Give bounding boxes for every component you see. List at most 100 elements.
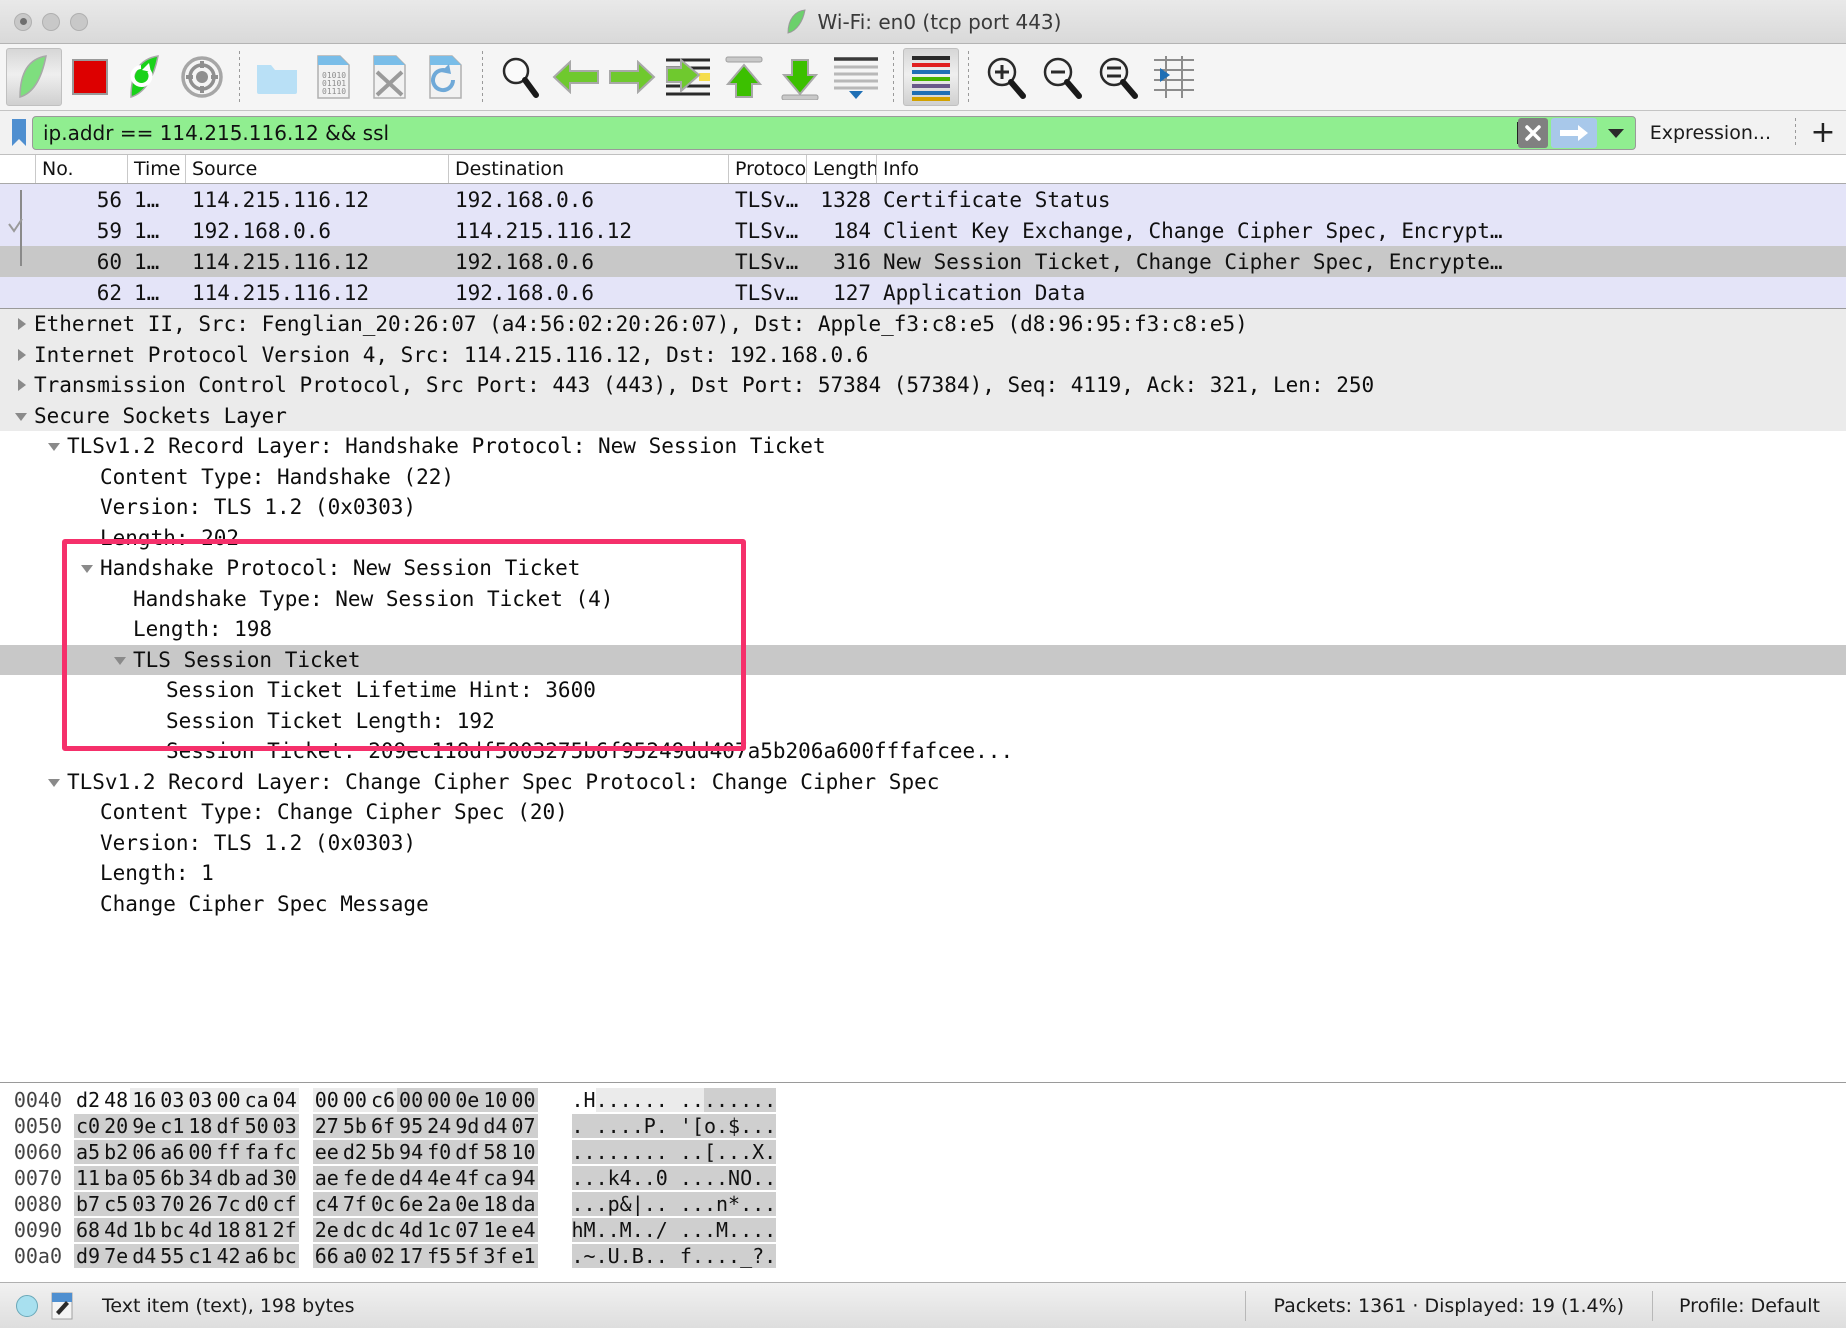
zoom-out-icon[interactable] [1034,48,1090,106]
hex-byte[interactable]: 16 [130,1088,159,1112]
detail-tree-row[interactable]: Handshake Protocol: New Session Ticket [0,553,1846,584]
hex-byte[interactable]: bc [158,1218,187,1242]
hex-byte[interactable]: 00 [425,1088,454,1112]
hex-ascii[interactable]: ........ ..[...X. [571,1140,777,1164]
tree-collapse-icon[interactable] [74,561,100,575]
hex-byte[interactable]: db [214,1166,243,1190]
hex-byte[interactable]: 18 [186,1114,215,1138]
packet-row[interactable]: 56 1… 114.215.116.12 192.168.0.6 TLSv… 1328 Ce… [0,184,1846,215]
hex-ascii[interactable]: ...p&|.. ...n*... [571,1192,777,1216]
hex-byte[interactable]: 03 [130,1192,159,1216]
close-file-icon[interactable] [361,48,417,106]
apply-arrow-icon[interactable] [1550,117,1597,148]
hex-byte[interactable]: 5f [453,1244,482,1268]
hex-byte[interactable]: 00 [214,1088,243,1112]
hex-ascii[interactable]: .H...... ........ [572,1088,777,1112]
close-button[interactable] [14,12,32,31]
column-header-protocol[interactable]: Protocol [729,155,807,183]
hex-byte[interactable]: 30 [270,1166,299,1190]
hex-dump-row[interactable]: 0040 d2 48 16 03 03 00 ca 04 00 00 c6 00 … [0,1087,1846,1113]
hex-byte[interactable]: a6 [242,1244,271,1268]
hex-byte[interactable]: de [368,1166,398,1190]
hex-byte[interactable]: b7 [74,1192,103,1216]
tree-collapse-icon[interactable] [41,439,67,453]
capture-file-properties-icon[interactable] [50,1292,74,1320]
detail-tree-row[interactable]: Length: 202 [0,523,1846,554]
hex-byte[interactable]: c5 [102,1192,131,1216]
detail-tree-row[interactable]: Version: TLS 1.2 (0x0303) [0,828,1846,859]
hex-byte[interactable]: 4d [186,1218,215,1242]
hex-byte[interactable]: 68 [74,1218,103,1242]
detail-tree-row[interactable]: Handshake Type: New Session Ticket (4) [0,584,1846,615]
hex-byte[interactable]: 94 [509,1166,538,1190]
hex-dump-row[interactable]: 0060 a5 b2 06 a6 00 ff fa fc ee d2 5b 94 … [0,1139,1846,1165]
hex-byte[interactable]: 48 [102,1088,130,1112]
packet-row[interactable]: 60 1… 114.215.116.12 192.168.0.6 TLSv… 316 New… [0,246,1846,277]
add-filter-button[interactable]: + [1806,115,1840,150]
reload-file-icon[interactable] [417,48,473,106]
hex-byte[interactable]: f5 [425,1244,454,1268]
filter-bookmark-icon[interactable] [6,118,32,148]
find-packet-icon[interactable] [492,48,548,106]
column-header-length[interactable]: Length [807,155,877,183]
tree-collapse-icon[interactable] [107,653,133,667]
hex-byte[interactable]: c6 [368,1088,398,1112]
hex-byte[interactable]: ee [312,1140,341,1164]
clear-icon[interactable] [1517,117,1548,148]
hex-byte[interactable]: ad [242,1166,271,1190]
hex-byte[interactable]: 11 [74,1166,103,1190]
stop-capture-icon[interactable] [62,48,118,106]
go-to-packet-icon[interactable] [660,48,716,106]
hex-byte[interactable]: b2 [102,1140,131,1164]
status-profile[interactable]: Profile: Default [1653,1295,1846,1317]
hex-byte[interactable]: fa [242,1140,271,1164]
minimize-button[interactable] [42,12,60,31]
hex-byte[interactable]: ff [214,1140,243,1164]
hex-byte[interactable]: 00 [509,1088,538,1112]
hex-byte[interactable]: ae [312,1166,341,1190]
hex-byte[interactable]: 05 [130,1166,159,1190]
hex-byte[interactable]: d2 [74,1088,102,1112]
hex-byte[interactable]: 18 [214,1218,243,1242]
go-back-icon[interactable] [548,48,604,106]
hex-ascii[interactable]: .~.U.B.. f...._?. [571,1244,777,1268]
hex-byte[interactable]: 34 [186,1166,215,1190]
hex-byte[interactable]: c1 [186,1244,215,1268]
hex-byte[interactable]: 20 [102,1114,131,1138]
hex-byte[interactable]: 2f [270,1218,299,1242]
tree-collapse-icon[interactable] [41,775,67,789]
hex-ascii[interactable]: . ....P. '[o.$... [571,1114,777,1138]
hex-dump-row[interactable]: 00a0 d9 7e d4 55 c1 42 a6 bc 66 a0 02 17 … [0,1243,1846,1269]
tree-expand-icon[interactable] [8,317,34,331]
chevron-down-icon[interactable] [1601,118,1631,148]
hex-byte[interactable]: e1 [509,1244,538,1268]
resize-columns-icon[interactable] [1146,48,1202,106]
hex-byte[interactable]: 7f [340,1192,369,1216]
hex-byte[interactable]: 07 [509,1114,538,1138]
hex-byte[interactable]: 0e [453,1088,482,1112]
hex-dump-row[interactable]: 0070 11 ba 05 6b 34 db ad 30 ae fe de d4 … [0,1165,1846,1191]
column-header-no[interactable]: No. [36,155,128,183]
hex-byte[interactable]: 00 [397,1088,426,1112]
column-header-time[interactable]: Time [128,155,186,183]
detail-tree-row[interactable]: Length: 1 [0,858,1846,889]
detail-tree-row[interactable]: Ethernet II, Src: Fenglian_20:26:07 (a4:… [0,309,1846,340]
hex-byte[interactable]: c0 [74,1114,103,1138]
hex-byte[interactable]: 18 [481,1192,510,1216]
display-filter-value[interactable]: ip.addr == 114.215.116.12 && ssl [33,121,1516,145]
hex-byte[interactable]: d2 [340,1140,369,1164]
detail-tree-row[interactable]: Transmission Control Protocol, Src Port:… [0,370,1846,401]
hex-byte[interactable]: 6b [158,1166,187,1190]
packet-row[interactable]: 59 1… 192.168.0.6 114.215.116.12 TLSv… 184 Cli… [0,215,1846,246]
column-header-source[interactable]: Source [186,155,449,183]
hex-byte[interactable]: ca [242,1088,271,1112]
hex-byte[interactable]: 2e [312,1218,341,1242]
hex-byte[interactable]: 4f [453,1166,482,1190]
column-header-info[interactable]: Info [877,155,1846,183]
hex-byte[interactable]: 81 [242,1218,271,1242]
hex-byte[interactable]: 6f [368,1114,398,1138]
capture-options-icon[interactable] [174,48,230,106]
tree-collapse-icon[interactable] [8,409,34,423]
hex-byte[interactable]: 00 [340,1088,369,1112]
hex-byte[interactable]: 27 [312,1114,341,1138]
